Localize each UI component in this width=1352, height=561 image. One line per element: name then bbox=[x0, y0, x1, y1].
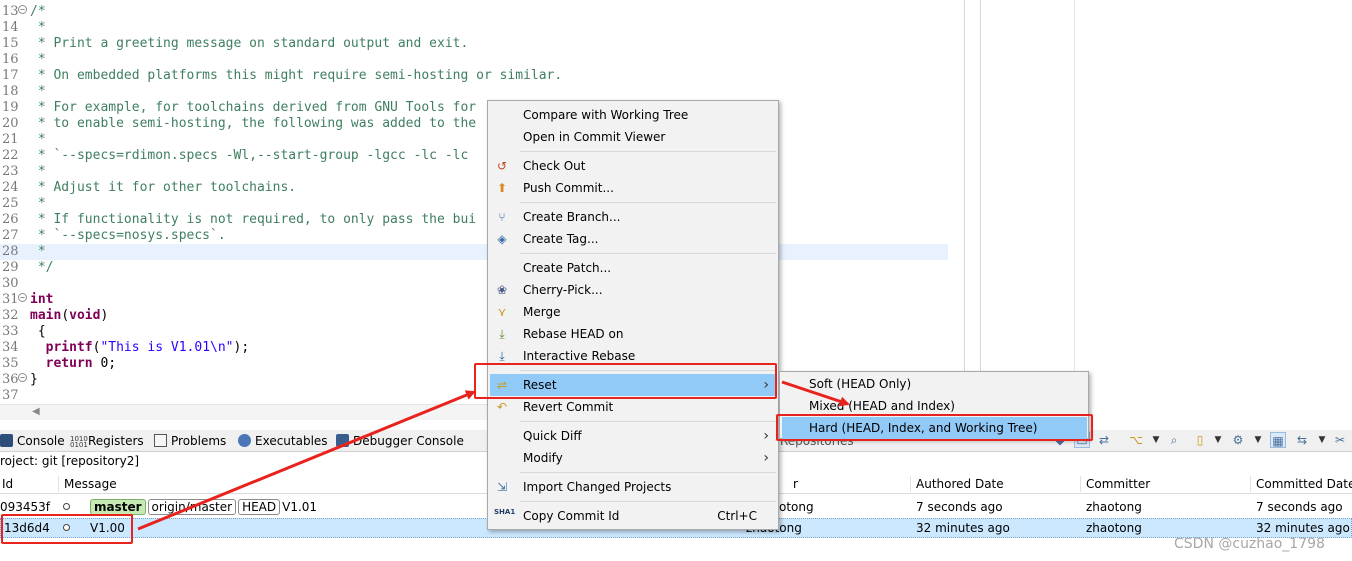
annotation-arrow bbox=[137, 390, 476, 531]
annotation-arrows bbox=[137, 380, 850, 531]
annotation-arrow bbox=[781, 380, 850, 407]
